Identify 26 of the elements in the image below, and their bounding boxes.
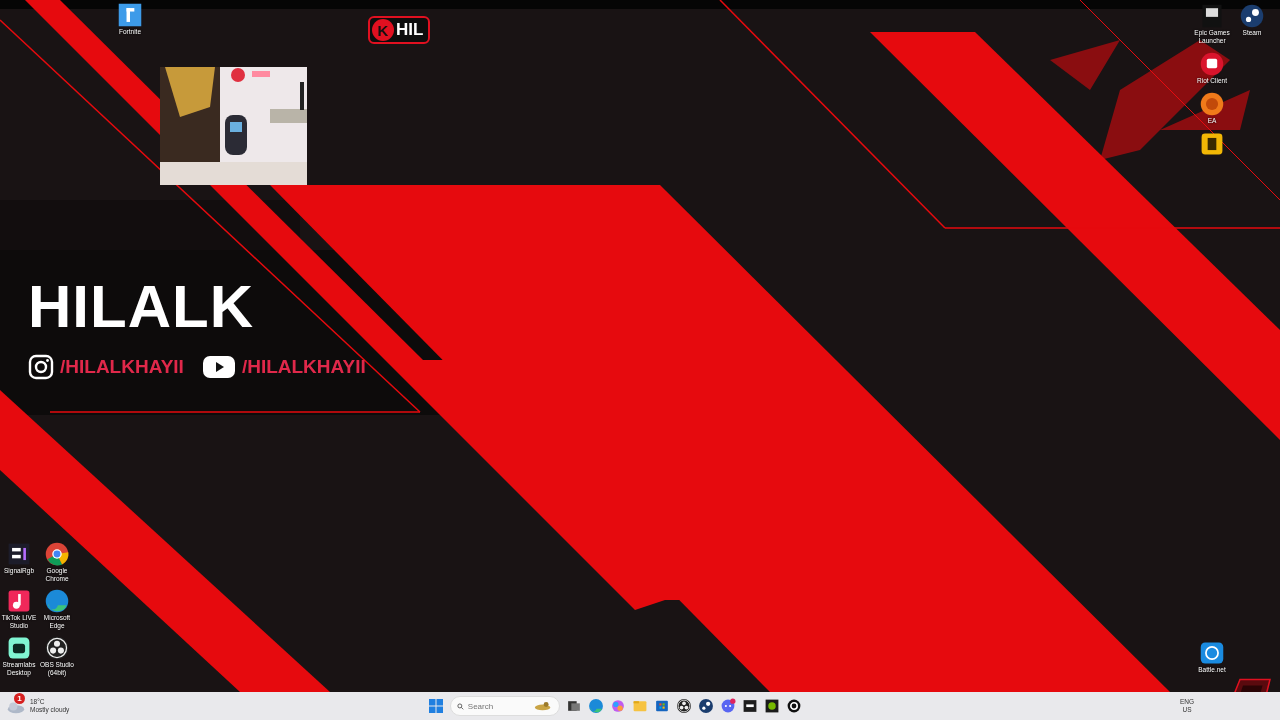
alert-badge: 1 [14, 693, 25, 704]
app-icon[interactable] [742, 698, 758, 714]
channel-name: HILALK [28, 282, 255, 332]
social-handle: /HILALKHAYII [60, 356, 184, 378]
play-button-icon [201, 355, 236, 379]
app-icon[interactable] [676, 698, 692, 714]
logo-mark: K [372, 19, 394, 41]
search-icon [457, 701, 464, 711]
app-icon[interactable] [1199, 3, 1225, 29]
logo-text: HIL [396, 20, 424, 40]
app-icon[interactable] [1199, 91, 1225, 117]
start-icon[interactable] [428, 698, 444, 714]
instagram-icon [28, 354, 54, 380]
app-icon[interactable] [764, 698, 780, 714]
app-icon[interactable] [1199, 51, 1225, 77]
app-icon[interactable] [44, 588, 70, 614]
search-input[interactable]: Search [467, 701, 528, 711]
app-icon[interactable] [698, 698, 714, 714]
app-icon[interactable] [44, 635, 70, 661]
search-field[interactable]: Search [450, 696, 560, 716]
bag-icon[interactable] [654, 698, 670, 714]
app-icon[interactable] [786, 698, 802, 714]
app-icon[interactable] [1239, 3, 1265, 29]
task-view-icon[interactable] [566, 698, 582, 714]
app-icon[interactable] [44, 541, 70, 567]
social-handle: /HILALKHAYII [241, 356, 366, 378]
